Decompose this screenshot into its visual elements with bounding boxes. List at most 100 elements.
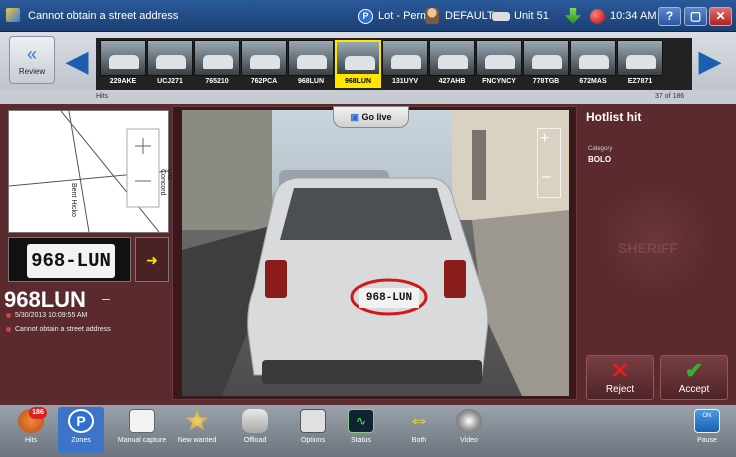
reject-x-icon: ✕ xyxy=(610,358,630,383)
accept-button[interactable]: ✔ Accept xyxy=(660,355,728,400)
reject-label: Reject xyxy=(605,384,635,395)
hits-row: Hits 37 of 186 xyxy=(0,90,736,104)
video-button[interactable]: Video xyxy=(446,407,492,453)
video-camera-icon xyxy=(456,409,482,433)
pause-button[interactable]: ON Pause xyxy=(686,407,728,453)
hotlist-title: Hotlist hit xyxy=(586,110,642,124)
thumbnail-plate-label: FNCYNCY xyxy=(482,78,516,85)
reject-button[interactable]: ✕ Reject xyxy=(586,355,654,400)
thumbnail[interactable] xyxy=(476,40,522,76)
manual-capture-button[interactable]: Manual capture xyxy=(112,407,172,453)
thumbnail-plate-label: 968LUN xyxy=(297,78,325,85)
thumbnail-plate-label: 672MAS xyxy=(579,78,607,85)
hits-label: Hits xyxy=(96,93,109,100)
badge-watermark: SHERIFF xyxy=(618,240,678,256)
both-button[interactable]: ⇔ Both xyxy=(396,407,442,453)
map-streets xyxy=(9,111,168,232)
thumbnail-plate-label: 765210 xyxy=(205,78,229,85)
thumbnail-car xyxy=(579,55,609,69)
thumbnail-plate-label: UCJ271 xyxy=(157,78,183,85)
thumbnail[interactable] xyxy=(194,40,240,76)
unit-label: Unit 51 xyxy=(514,10,549,22)
both-arrows-icon: ⇔ xyxy=(408,407,430,432)
thumbnail-plate-label: 229AKE xyxy=(109,78,137,85)
thumbnail[interactable] xyxy=(570,40,616,76)
scroll-left-arrow-icon[interactable]: ◀ xyxy=(64,40,90,86)
new-wanted-label: New wanted xyxy=(177,437,217,444)
title-bar: Cannot obtain a street address P Lot - P… xyxy=(0,0,736,32)
rotate-view-button[interactable]: ➜ xyxy=(135,237,169,282)
thumbnail-plate-label: 968LUN xyxy=(335,76,381,88)
category-value: BOLO xyxy=(588,155,612,164)
options-icon xyxy=(300,409,326,433)
plate-number: 968LUN xyxy=(4,287,86,312)
thumbnail-car xyxy=(438,55,468,69)
parking-zone-icon: P xyxy=(68,409,94,433)
thumbnail-car xyxy=(626,55,656,69)
thumbnail-car xyxy=(156,55,186,69)
pause-label: Pause xyxy=(697,437,717,444)
help-button[interactable]: ? xyxy=(658,7,681,26)
thumbnail-plate-label: 778TGB xyxy=(532,78,560,85)
thumbnail-car xyxy=(485,55,515,69)
both-label: Both xyxy=(411,437,427,444)
read-address: Cannot obtain a street address xyxy=(15,326,111,333)
thumbnail[interactable] xyxy=(241,40,287,76)
thumbnail-car xyxy=(297,55,327,69)
parking-icon: P xyxy=(358,9,373,24)
user-icon xyxy=(425,8,439,24)
live-camera-icon: ▣ xyxy=(350,112,362,122)
thumbnail[interactable] xyxy=(147,40,193,76)
pause-toggle-icon: ON xyxy=(694,409,720,433)
clock: 10:34 AM xyxy=(610,10,657,22)
options-button[interactable]: Options xyxy=(290,407,336,453)
thumbnail[interactable] xyxy=(617,40,663,76)
plate-state: – xyxy=(102,290,110,306)
thumbnail-plate-label: 762PCA xyxy=(250,78,278,85)
maximize-button[interactable]: ▢ xyxy=(684,7,707,26)
rotate-arrow-icon: ➜ xyxy=(146,252,158,268)
thumbnail[interactable] xyxy=(382,40,428,76)
thumbnail[interactable] xyxy=(523,40,569,76)
status-monitor-icon: ∿ xyxy=(348,409,374,433)
thumbnail[interactable] xyxy=(288,40,334,76)
street-label-2: Old Concord xyxy=(159,169,173,196)
map[interactable]: Bent Hicko Old Concord xyxy=(8,110,173,233)
offload-database-icon xyxy=(242,409,268,433)
zones-button[interactable]: P Zones xyxy=(58,407,104,453)
go-live-button[interactable]: ▣ Go live xyxy=(333,106,409,128)
thumbnail[interactable] xyxy=(100,40,146,76)
category-label: Category xyxy=(588,146,613,152)
plate-image-text: 968-LUN xyxy=(27,244,115,278)
status-button[interactable]: ∿ Status xyxy=(338,407,384,453)
manual-capture-icon xyxy=(129,409,155,433)
location-bullet-icon xyxy=(6,327,11,332)
thumbnail-car xyxy=(203,55,233,69)
read-timestamp: 5/30/2013 10:09:55 AM xyxy=(15,312,88,319)
zoom-out-icon[interactable]: – xyxy=(542,168,551,186)
zoom-in-icon[interactable]: + xyxy=(540,130,549,148)
thumbnail-plate-label: 427AHB xyxy=(438,78,466,85)
time-bullet-icon xyxy=(6,313,11,318)
hits-count-badge: 186 xyxy=(29,407,47,419)
hits-toolbar-label: Hits xyxy=(24,437,38,444)
accept-check-icon: ✔ xyxy=(684,358,704,383)
download-icon[interactable] xyxy=(565,8,581,24)
user-label: DEFAULT xyxy=(445,10,494,22)
window-title: Cannot obtain a street address xyxy=(28,10,179,22)
manual-capture-label: Manual capture xyxy=(117,437,167,444)
close-button[interactable]: ✕ xyxy=(709,7,732,26)
options-label: Options xyxy=(300,437,326,444)
offload-label: Offload xyxy=(243,437,267,444)
thumbnail-plate-label: EZ7871 xyxy=(627,78,653,85)
scroll-right-arrow-icon[interactable]: ▶ xyxy=(697,40,723,86)
app-icon xyxy=(6,8,20,22)
thumbnail-car xyxy=(391,55,421,69)
new-wanted-button[interactable]: New wanted xyxy=(172,407,222,453)
offload-button[interactable]: Offload xyxy=(232,407,278,453)
thumbnail-car xyxy=(532,55,562,69)
review-button[interactable]: « Review xyxy=(9,36,55,84)
thumbnail[interactable] xyxy=(429,40,475,76)
new-wanted-star-icon xyxy=(184,409,210,431)
thumbnail[interactable] xyxy=(335,40,381,76)
